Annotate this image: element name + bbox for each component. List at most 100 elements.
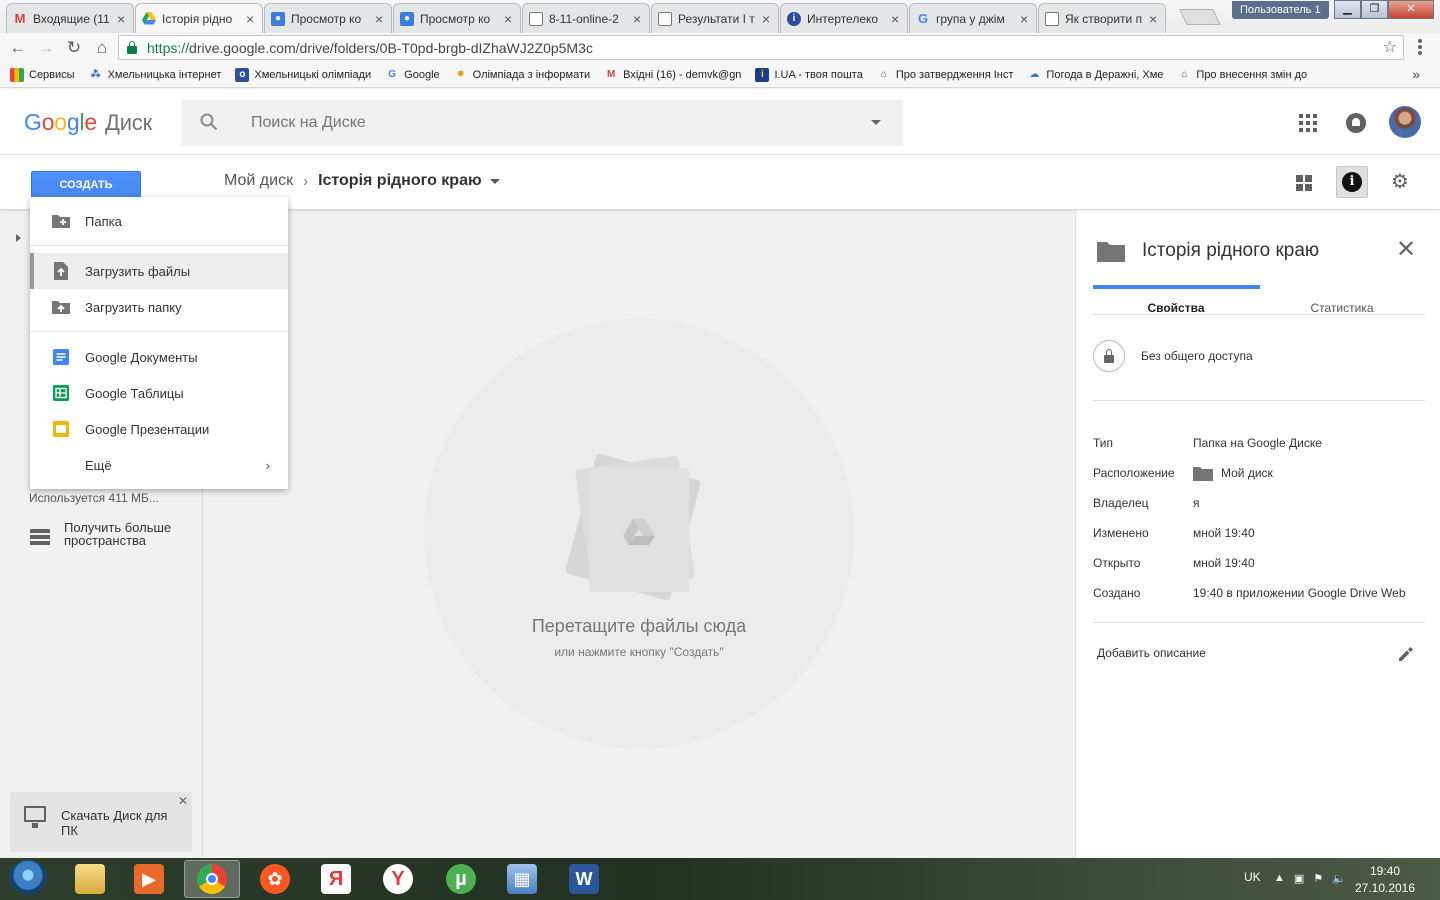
bookmark-olympiad-informatics[interactable]: ✸ Олімпіада з інформати: [454, 68, 590, 82]
reload-icon[interactable]: ↻: [64, 38, 84, 58]
bookmark-gov-1[interactable]: ⌂ Про затвердження Інст: [877, 68, 1014, 82]
tab-statistics[interactable]: Статистика: [1259, 301, 1425, 315]
clock[interactable]: 19:40 27.10.2016: [1350, 863, 1420, 897]
menu-item-more[interactable]: Ещё ›: [30, 447, 288, 483]
network-icon[interactable]: ▣: [1294, 872, 1304, 885]
browser-tab-online[interactable]: 8-11-online-2 ×: [522, 3, 650, 33]
close-icon[interactable]: ×: [1149, 12, 1159, 26]
property-key: Расположение: [1093, 466, 1175, 480]
close-icon[interactable]: ×: [504, 12, 514, 26]
chevron-down-icon[interactable]: [489, 178, 500, 184]
property-value[interactable]: Мой диск: [1193, 466, 1273, 481]
close-icon[interactable]: ×: [891, 12, 901, 26]
back-icon[interactable]: ←: [8, 38, 28, 58]
bookmark-gov-2[interactable]: ⌂ Про внесення змін до: [1177, 68, 1307, 82]
file-drop-area[interactable]: Перетащите файлы сюда или нажмите кнопку…: [203, 210, 1075, 858]
bookmark-services[interactable]: Сервисы: [10, 67, 75, 82]
browser-tabstrip: M Входящие (11 × Історія рідно × ● Просм…: [0, 0, 1440, 33]
minimize-icon[interactable]: ▁: [1334, 0, 1361, 19]
bookmark-iua[interactable]: i I.UA - твоя пошта: [755, 67, 863, 82]
avatar[interactable]: [1389, 106, 1421, 138]
control-panel-icon: ▦: [507, 864, 537, 894]
details-toggle-button[interactable]: i: [1336, 166, 1368, 198]
close-icon[interactable]: ×: [762, 12, 772, 26]
bookmark-google[interactable]: G Google: [385, 68, 439, 82]
sharing-status-label: Без общего доступа: [1141, 349, 1253, 363]
create-button[interactable]: СОЗДАТЬ: [31, 171, 141, 200]
browser-tab-results[interactable]: Результати І т ×: [651, 3, 779, 33]
bookmark-weather[interactable]: ☁ Погода в Деражні, Хме: [1027, 68, 1163, 82]
taskbar-app-utorrent[interactable]: µ: [433, 860, 489, 898]
browser-tab-contact-1[interactable]: ● Просмотр ко ×: [264, 3, 392, 33]
taskbar-app-chrome[interactable]: [184, 860, 240, 898]
browser-tab-contact-2[interactable]: ● Просмотр ко ×: [393, 3, 521, 33]
search-options-icon[interactable]: [871, 120, 881, 125]
breadcrumb-my-drive[interactable]: Мой диск: [224, 172, 293, 190]
browser-tab-google[interactable]: G група у джім ×: [909, 3, 1037, 33]
sharing-status[interactable]: Без общего доступа: [1093, 340, 1253, 372]
browser-tab-gmail[interactable]: M Входящие (11 ×: [6, 3, 134, 33]
pencil-icon[interactable]: [1396, 644, 1416, 664]
drive-header: Google Диск: [0, 89, 1440, 155]
property-row: Создано 19:40 в приложении Google Drive …: [1093, 578, 1433, 608]
search-input[interactable]: [251, 112, 851, 134]
browser-tab-intertelecom[interactable]: i Интертелеко ×: [780, 3, 908, 33]
browser-user-chip[interactable]: Пользователь 1: [1232, 1, 1329, 19]
notifications-icon[interactable]: [1346, 113, 1366, 133]
gear-icon[interactable]: ⚙: [1390, 172, 1410, 192]
taskbar-app-explorer[interactable]: [62, 860, 118, 898]
start-button[interactable]: [8, 860, 48, 898]
close-icon[interactable]: ×: [633, 12, 643, 26]
menu-item-google-sheets[interactable]: Google Таблицы: [30, 375, 288, 411]
close-icon[interactable]: ×: [246, 12, 256, 26]
grid-view-icon[interactable]: [1296, 175, 1312, 191]
close-icon[interactable]: ×: [1020, 12, 1030, 26]
language-indicator[interactable]: UK: [1244, 870, 1261, 884]
new-tab-button[interactable]: [1179, 9, 1221, 25]
expand-arrow-icon[interactable]: [16, 234, 21, 242]
menu-item-google-docs[interactable]: Google Документы: [30, 339, 288, 375]
bookmark-khm-internet[interactable]: ⁂ Хмельницька інтернет: [89, 68, 221, 82]
taskbar-app-yandex[interactable]: Y: [370, 860, 426, 898]
bookmark-gmail-inbox[interactable]: M Вхідні (16) - demvk@gn: [604, 68, 741, 82]
maximize-icon[interactable]: ❐: [1361, 0, 1388, 19]
search-icon[interactable]: [200, 113, 218, 131]
tab-title: Як створити п: [1065, 11, 1143, 26]
close-icon[interactable]: ✕: [1396, 238, 1416, 262]
taskbar-app-yandex-browser[interactable]: Я: [308, 860, 364, 898]
google-drive-logo[interactable]: Google Диск: [24, 109, 152, 136]
forward-icon[interactable]: →: [36, 38, 56, 58]
browser-tab-drive[interactable]: Історія рідно ×: [135, 3, 263, 33]
volume-icon[interactable]: 🔈: [1332, 872, 1346, 885]
taskbar-app-media-player[interactable]: ▶: [121, 860, 177, 898]
browser-tab-howto[interactable]: Як створити п ×: [1038, 3, 1166, 33]
show-hidden-icons-icon[interactable]: ▲: [1274, 872, 1285, 885]
bookmark-star-icon[interactable]: ☆: [1383, 37, 1397, 57]
menu-item-upload-folder[interactable]: Загрузить папку: [30, 289, 288, 325]
bookmark-khm-olympiads[interactable]: o Хмельницькі олімпіади: [235, 67, 371, 82]
taskbar-app-word[interactable]: W: [556, 860, 612, 898]
menu-item-upload-files[interactable]: Загрузить файлы: [30, 253, 288, 289]
breadcrumb-current-folder[interactable]: Історія рідного краю: [318, 172, 482, 190]
window-close-icon[interactable]: ✕: [1388, 0, 1434, 19]
flag-icon[interactable]: ⚑: [1313, 872, 1323, 885]
home-icon[interactable]: ⌂: [92, 38, 112, 58]
menu-item-new-folder[interactable]: Папка: [30, 203, 288, 239]
close-icon[interactable]: ×: [375, 12, 385, 26]
download-drive-card[interactable]: Скачать Диск для ПК ✕: [10, 792, 192, 852]
taskbar-app-media-center[interactable]: ✿: [247, 860, 303, 898]
address-bar[interactable]: https://drive.google.com/drive/folders/0…: [118, 35, 1404, 60]
get-more-storage-link[interactable]: Получить больше пространства: [30, 521, 184, 547]
close-icon[interactable]: ✕: [178, 794, 188, 808]
browser-menu-icon[interactable]: [1418, 37, 1424, 57]
divider: [1093, 622, 1425, 623]
chevron-right-icon: ›: [265, 458, 270, 473]
storage-usage[interactable]: Используется 411 МБ...: [29, 491, 159, 505]
close-icon[interactable]: ×: [117, 12, 127, 26]
apps-grid-icon[interactable]: [1299, 114, 1317, 132]
taskbar-app-control-panel[interactable]: ▦: [494, 860, 550, 898]
bookmarks-overflow-icon[interactable]: »: [1412, 66, 1420, 82]
tab-properties[interactable]: Свойства: [1093, 301, 1259, 315]
add-description-field[interactable]: Добавить описание: [1097, 646, 1206, 660]
menu-item-google-slides[interactable]: Google Презентации: [30, 411, 288, 447]
